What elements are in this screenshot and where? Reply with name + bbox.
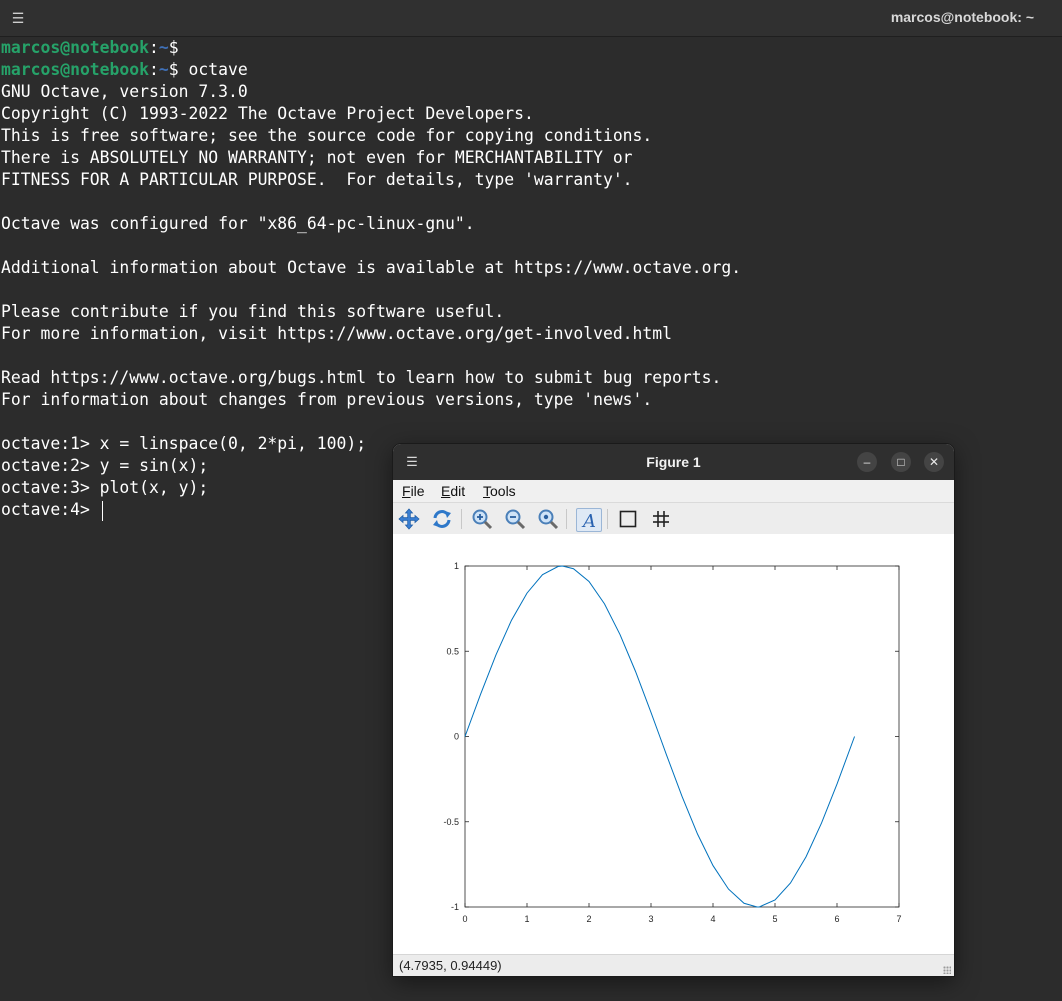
y-tick-label: -0.5 xyxy=(443,817,459,827)
output-line: Additional information about Octave is a… xyxy=(1,258,742,277)
output-line: GNU Octave, version 7.3.0 xyxy=(1,82,248,101)
svg-text:A: A xyxy=(581,511,596,531)
hamburger-menu-icon[interactable]: ☰ xyxy=(8,8,28,28)
output-line: Copyright (C) 1993-2022 The Octave Proje… xyxy=(1,104,534,123)
prompt-user: marcos@notebook xyxy=(1,60,150,79)
minimize-button[interactable]: – xyxy=(857,452,877,472)
resize-grip-icon[interactable] xyxy=(943,966,951,974)
zoom-auto-button[interactable] xyxy=(536,508,560,530)
terminal-titlebar: ☰ marcos@notebook: ~ xyxy=(0,0,1062,37)
text-tool-button[interactable]: A xyxy=(576,508,602,532)
output-line: Please contribute if you find this softw… xyxy=(1,302,505,321)
output-line: For information about changes from previ… xyxy=(1,390,653,409)
y-tick-label: 1 xyxy=(454,561,459,571)
x-tick-label: 5 xyxy=(772,914,777,924)
x-tick-label: 1 xyxy=(524,914,529,924)
prompt-separator: : xyxy=(149,38,159,57)
prompt-dollar: $ xyxy=(168,60,189,79)
rotate-button[interactable] xyxy=(430,508,454,530)
menu-file[interactable]: File xyxy=(402,483,425,499)
x-tick-label: 4 xyxy=(710,914,715,924)
prompt-user: marcos@notebook xyxy=(1,38,150,57)
maximize-button[interactable]: □ xyxy=(891,452,911,472)
prompt-path: ~ xyxy=(158,38,169,57)
zoom-in-button[interactable] xyxy=(470,508,494,530)
prompt-separator: : xyxy=(149,60,159,79)
prompt-command: octave xyxy=(188,60,248,79)
cursor-coordinates: (4.7935, 0.94449) xyxy=(399,958,502,973)
prompt-path: ~ xyxy=(158,60,169,79)
pan-button[interactable] xyxy=(397,508,421,530)
prompt-dollar: $ xyxy=(168,38,189,57)
toolbar-separator xyxy=(607,509,608,529)
axes-box-icon xyxy=(619,510,637,528)
zoom-auto-icon xyxy=(538,509,559,530)
figure-menubar: File Edit Tools xyxy=(393,480,954,502)
text-icon: A xyxy=(581,511,596,531)
output-line: Octave was configured for "x86_64-pc-lin… xyxy=(1,214,475,233)
plot-axes[interactable]: 0 1 2 3 4 5 6 7 1 0.5 0 -0.5 -1 xyxy=(393,534,954,954)
minimize-icon: – xyxy=(863,455,871,469)
grid-button[interactable] xyxy=(649,508,673,530)
output-line: FITNESS FOR A PARTICULAR PURPOSE. For de… xyxy=(1,170,633,189)
series-line xyxy=(464,565,856,908)
output-line: This is free software; see the source co… xyxy=(1,126,653,145)
pan-icon xyxy=(398,508,420,530)
zoom-in-icon xyxy=(472,509,493,530)
maximize-icon: □ xyxy=(897,455,905,469)
axes-box-button[interactable] xyxy=(616,508,640,530)
figure-window: ☰ Figure 1 – □ ✕ File Edit Tools A 0 1 2… xyxy=(393,444,954,976)
y-tick-label: 0.5 xyxy=(446,646,459,656)
y-tick-label: 0 xyxy=(454,732,459,742)
zoom-out-icon xyxy=(505,509,526,530)
terminal-prompt-line: marcos@notebook:~$ octave xyxy=(0,59,1062,81)
x-tick-label: 7 xyxy=(896,914,901,924)
x-tick-label: 3 xyxy=(648,914,653,924)
rotate-icon xyxy=(433,510,451,528)
x-tick-label: 6 xyxy=(834,914,839,924)
output-line: For more information, visit https://www.… xyxy=(1,324,673,343)
x-tick-label: 2 xyxy=(586,914,591,924)
toolbar-separator xyxy=(566,509,567,529)
figure-titlebar[interactable]: ☰ Figure 1 – □ ✕ xyxy=(393,444,954,480)
x-tick-label: 0 xyxy=(462,914,467,924)
grid-icon xyxy=(653,511,669,527)
text-cursor xyxy=(101,500,103,521)
plot-canvas[interactable]: 0 1 2 3 4 5 6 7 1 0.5 0 -0.5 -1 xyxy=(393,534,954,954)
menu-edit[interactable]: Edit xyxy=(441,483,465,499)
toolbar-separator xyxy=(461,509,462,529)
output-line: There is ABSOLUTELY NO WARRANTY; not eve… xyxy=(1,148,633,167)
close-button[interactable]: ✕ xyxy=(924,452,944,472)
close-icon: ✕ xyxy=(928,455,940,469)
y-tick-label: -1 xyxy=(451,902,459,912)
terminal-title: marcos@notebook: ~ xyxy=(890,9,1034,25)
zoom-out-button[interactable] xyxy=(503,508,527,530)
menu-tools[interactable]: Tools xyxy=(483,483,516,499)
figure-statusbar: (4.7935, 0.94449) xyxy=(393,954,954,976)
axes-box xyxy=(464,565,900,908)
terminal-prompt-line: marcos@notebook:~$ xyxy=(0,37,1062,59)
figure-toolbar: A xyxy=(393,502,954,535)
octave-prompt: octave:4> xyxy=(1,500,100,519)
output-line: Read https://www.octave.org/bugs.html to… xyxy=(1,368,722,387)
